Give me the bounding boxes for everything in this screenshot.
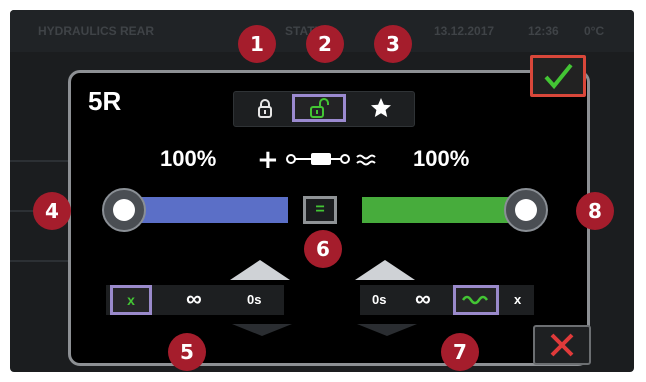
unlock-icon	[310, 98, 329, 118]
right-flow-percent: 100%	[413, 146, 470, 171]
callout-badge-8: 8	[576, 192, 614, 230]
lock-icon	[258, 99, 272, 118]
slider-handle-center	[113, 199, 135, 221]
left-flow-slider-track[interactable]	[122, 197, 288, 223]
favorite-button[interactable]	[354, 94, 408, 122]
checkmark-icon	[544, 63, 573, 90]
confirm-button[interactable]	[530, 55, 586, 97]
callout-badge-7: 7	[441, 333, 479, 371]
equalize-button[interactable]: =	[303, 196, 337, 224]
unlock-button[interactable]	[292, 94, 346, 122]
dialog-title: 5R	[88, 86, 122, 116]
callout-badge-2: 2	[306, 25, 344, 63]
callout-badge-3: 3	[374, 25, 412, 63]
time-label: 12:36	[528, 24, 559, 38]
right-x-label[interactable]: x	[514, 292, 521, 307]
left-flow-percent: 100%	[160, 146, 217, 171]
screen-title: HYDRAULICS REAR	[38, 24, 155, 38]
callout-badge-6: 6	[304, 230, 342, 268]
right-time-value[interactable]: 0s	[372, 292, 386, 307]
star-icon	[371, 98, 391, 117]
right-flow-slider-track[interactable]	[362, 197, 522, 223]
left-time-value[interactable]: 0s	[247, 292, 261, 307]
right-flow-slider-handle[interactable]	[504, 188, 548, 232]
close-icon	[550, 333, 574, 357]
left-time-up-arrow[interactable]	[230, 260, 290, 280]
left-timer-options: x ∞ 0s	[106, 285, 284, 315]
left-time-down-arrow[interactable]	[232, 324, 292, 336]
flow-link-icon: +	[257, 145, 376, 174]
right-infinity-icon[interactable]: ∞	[415, 288, 431, 310]
left-x-button[interactable]: x	[110, 285, 152, 315]
left-infinity-icon[interactable]: ∞	[186, 288, 202, 310]
wave-icon	[461, 295, 489, 305]
background-divider	[10, 160, 70, 162]
mode-selector	[233, 91, 415, 127]
right-time-down-arrow[interactable]	[357, 324, 417, 336]
right-timer-options: 0s ∞ x	[360, 285, 534, 315]
right-time-up-arrow[interactable]	[355, 260, 415, 280]
date-label: 13.12.2017	[434, 24, 495, 38]
callout-badge-4: 4	[33, 192, 71, 230]
slider-handle-center	[515, 199, 537, 221]
lock-button[interactable]	[238, 94, 292, 122]
callout-badge-1: 1	[238, 25, 276, 63]
temperature-label: 0°C	[584, 24, 605, 38]
left-flow-slider-handle[interactable]	[102, 188, 146, 232]
cancel-button[interactable]	[533, 325, 591, 365]
svg-text:+: +	[257, 145, 279, 174]
right-wave-button[interactable]	[453, 285, 499, 315]
background-divider	[10, 260, 70, 262]
callout-badge-5: 5	[168, 333, 206, 371]
